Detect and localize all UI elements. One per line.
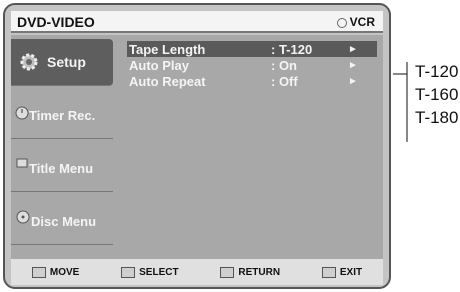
setting-row-auto-repeat[interactable]: Auto Repeat : Off ►	[127, 73, 377, 89]
exit-key-icon	[321, 266, 336, 278]
sidebar-item-label: Title Menu	[29, 160, 94, 176]
hint-return-label: RETURN	[238, 266, 281, 278]
sidebar-item-disc-menu[interactable]: Disc Menu	[11, 198, 113, 245]
setting-value: : On	[271, 57, 297, 73]
sidebar-item-label: Disc Menu	[31, 213, 97, 229]
callout-option: T-120	[415, 62, 459, 81]
hint-move: MOVE	[31, 266, 80, 278]
disc-type-title: DVD-VIDEO	[17, 14, 95, 30]
hint-move-label: MOVE	[49, 266, 80, 278]
vcr-mode-option[interactable]: VCR	[336, 15, 375, 29]
clock-icon	[15, 103, 29, 127]
radio-icon	[336, 17, 347, 28]
sidebar-item-label: Setup	[47, 54, 86, 70]
button-hints: MOVE SELECT RETURN EXIT	[11, 259, 383, 285]
sidebar-item-timer-rec[interactable]: Timer Rec.	[11, 92, 113, 139]
setting-value: : T-120	[271, 41, 313, 57]
menu-body: Setup Timer Rec. Title Menu Disc Menu Ta…	[11, 35, 383, 259]
gear-icon	[17, 50, 41, 74]
arrow-right-icon: ►	[348, 75, 358, 87]
sidebar-item-label: Timer Rec.	[29, 107, 96, 123]
return-key-icon	[220, 266, 235, 278]
hint-exit: EXIT	[321, 266, 363, 278]
tv-screen: DVD-VIDEO VCR Setup Timer Rec. Title Men…	[3, 3, 391, 289]
sidebar: Setup Timer Rec. Title Menu Disc Menu	[11, 39, 113, 251]
arrow-right-icon: ►	[348, 43, 358, 55]
arrow-right-icon: ►	[348, 59, 358, 71]
callout-option: T-160	[415, 85, 459, 104]
setting-value: : Off	[271, 73, 298, 89]
callout-option: T-180	[415, 108, 459, 127]
setting-name: Auto Repeat	[129, 73, 206, 89]
setting-name: Auto Play	[129, 57, 189, 73]
menu-header: DVD-VIDEO VCR	[11, 11, 383, 33]
callout-bracket	[393, 62, 408, 142]
hint-select: SELECT	[121, 266, 179, 278]
hint-return: RETURN	[220, 266, 281, 278]
hint-exit-label: EXIT	[339, 266, 363, 278]
select-key-icon	[121, 266, 136, 278]
title-menu-icon	[15, 156, 29, 180]
sidebar-item-setup[interactable]: Setup	[11, 39, 113, 86]
disc-icon	[15, 209, 31, 233]
vcr-mode-label: VCR	[349, 15, 375, 29]
move-key-icon	[31, 266, 46, 278]
setting-row-auto-play[interactable]: Auto Play : On ►	[127, 57, 377, 73]
setting-name: Tape Length	[129, 41, 206, 57]
hint-select-label: SELECT	[139, 266, 179, 278]
setting-row-tape-length[interactable]: Tape Length : T-120 ►	[127, 41, 377, 57]
sidebar-item-title-menu[interactable]: Title Menu	[11, 145, 113, 192]
tape-length-callout: T-120 T-160 T-180	[393, 0, 460, 292]
settings-list: Tape Length : T-120 ► Auto Play : On ► A…	[127, 41, 377, 89]
